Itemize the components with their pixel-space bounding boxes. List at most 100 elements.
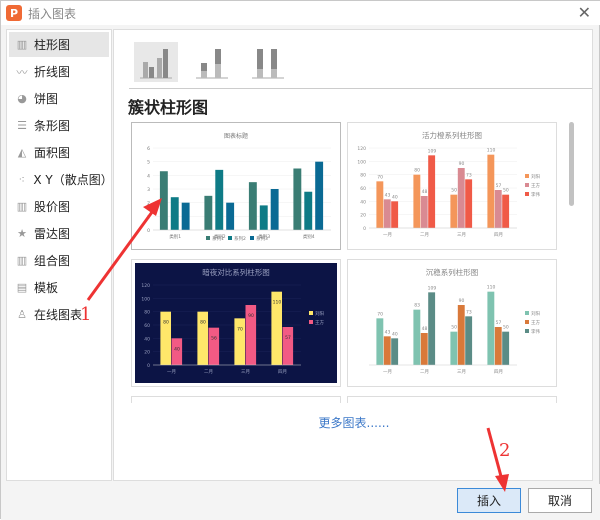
- x-tick-label: 三月: [457, 369, 466, 375]
- x-tick-label: 四月: [278, 369, 287, 375]
- x-tick-label: 二月: [204, 369, 213, 375]
- legend-label: 刘阳: [531, 173, 540, 180]
- bar: [226, 202, 235, 230]
- sidebar-item-pie-chart[interactable]: ◕ 饼图: [9, 86, 109, 111]
- y-tick-label: 2: [147, 201, 150, 207]
- bar: [293, 168, 302, 230]
- data-label: 48: [422, 189, 428, 195]
- data-label: 70: [377, 174, 383, 180]
- bar: [502, 331, 510, 365]
- sidebar-item-column-chart[interactable]: ▥ 柱形图: [9, 32, 109, 57]
- legend-label: 王方: [315, 319, 324, 326]
- chart-template-default[interactable]: 图表标题 0 1 2 3 4 5 6 类别1 类别2 类别3 类别4 系列1 系列2 系列3: [131, 122, 341, 250]
- sidebar-item-stock-chart[interactable]: ▥ 股价图: [9, 194, 109, 219]
- sidebar-item-online-chart[interactable]: ♙ 在线图表: [9, 302, 109, 327]
- data-label: 50: [503, 325, 509, 331]
- y-tick-label: 40: [144, 336, 150, 342]
- close-icon[interactable]: ✕: [578, 3, 591, 22]
- radar-chart-icon: ★: [17, 227, 27, 240]
- bar: [259, 205, 268, 230]
- data-label: 110: [487, 285, 496, 291]
- x-tick-label: 二月: [420, 232, 429, 238]
- legend-swatch: [206, 236, 210, 240]
- bar: [457, 168, 465, 228]
- y-tick-label: 0: [363, 226, 366, 232]
- x-tick-label: 一月: [167, 369, 176, 375]
- bar: [376, 318, 384, 365]
- legend-swatch: [525, 311, 529, 315]
- data-label: 90: [459, 298, 465, 304]
- bar: [420, 196, 428, 228]
- divider: [129, 88, 592, 89]
- legend-label: 王方: [531, 182, 540, 189]
- bar: [208, 327, 220, 365]
- more-charts-link[interactable]: 更多图表......: [114, 414, 594, 431]
- chart-template-partial: [131, 396, 341, 403]
- template-icon: ▤: [16, 281, 28, 294]
- chart-template-vibrant-orange[interactable]: 活力橙系列柱形图 0 20 40 60 80 100 120 70 43 40 一月 80 48 109 二月…: [347, 122, 557, 250]
- sidebar-item-scatter-chart[interactable]: ⁖ X Y（散点图）: [9, 167, 112, 192]
- sidebar-item-radar-chart[interactable]: ★ 雷达图: [9, 221, 109, 246]
- y-tick-label: 5: [147, 160, 150, 166]
- y-tick-label: 0: [147, 363, 150, 369]
- bar: [315, 161, 324, 230]
- y-tick-label: 100: [141, 296, 150, 302]
- legend-label: 系列2: [234, 235, 246, 242]
- sidebar-item-combo-chart[interactable]: ▥ 组合图: [9, 248, 109, 273]
- bar: [248, 182, 257, 230]
- legend-label: 李伟: [531, 328, 540, 335]
- percent-stacked-column-thumb[interactable]: [246, 42, 290, 82]
- chart-title: 沉稳系列柱形图: [426, 267, 479, 277]
- bar: [215, 169, 224, 230]
- data-label: 40: [392, 331, 398, 337]
- chart-template-dark-contrast[interactable]: 暗夜对比系列柱形图 0 20 40 60 80 100 120 80 40 一月 80 56 二月 70 90…: [131, 259, 341, 387]
- scatter-chart-icon: ⁖: [18, 173, 25, 186]
- bar: [465, 179, 473, 228]
- bar: [494, 327, 502, 365]
- insert-button[interactable]: 插入: [457, 488, 521, 513]
- gallery-scrollbar[interactable]: [569, 122, 574, 206]
- clustered-column-thumb[interactable]: [134, 42, 178, 82]
- sidebar-item-label: 在线图表: [34, 308, 83, 322]
- chart-title: 暗夜对比系列柱形图: [202, 267, 270, 277]
- bar: [487, 291, 495, 365]
- sidebar-item-label: 折线图: [34, 65, 71, 79]
- sidebar-item-line-chart[interactable]: 〰折线图: [9, 59, 109, 84]
- data-label: 80: [163, 320, 169, 326]
- stacked-column-thumb[interactable]: [190, 42, 234, 82]
- bar: [413, 174, 421, 228]
- bar: [457, 305, 465, 365]
- data-label: 48: [422, 326, 428, 332]
- chart-template-steady[interactable]: 沉稳系列柱形图 70 43 40 一月 83 48 109 二月 50 90 73 三月 110 57 50 四…: [347, 259, 557, 387]
- data-label: 80: [200, 320, 206, 326]
- legend-swatch: [309, 311, 313, 315]
- bar-chart-icon: ☰: [17, 119, 27, 132]
- sidebar-item-label: 雷达图: [34, 227, 71, 241]
- bar: [181, 202, 190, 230]
- legend-swatch: [525, 320, 529, 324]
- legend-swatch: [309, 320, 313, 324]
- bar: [413, 309, 421, 365]
- bar: [282, 327, 294, 365]
- legend-swatch: [525, 174, 529, 178]
- data-label: 73: [466, 172, 472, 178]
- stacked-column-icon: [196, 49, 228, 79]
- chart-title: 图表标题: [224, 132, 248, 140]
- data-label: 90: [459, 161, 465, 167]
- clustered-column-icon: [140, 49, 172, 79]
- x-tick-label: 三月: [241, 369, 250, 375]
- chart-subtype-heading: 簇状柱形图: [128, 98, 209, 117]
- sidebar-item-area-chart[interactable]: ◭ 面积图: [9, 140, 109, 165]
- sidebar-item-template[interactable]: ▤ 模板: [9, 275, 109, 300]
- data-label: 109: [428, 285, 437, 291]
- combo-chart-icon: ▥: [16, 254, 28, 267]
- x-tick-label: 二月: [420, 369, 429, 375]
- y-tick-label: 60: [144, 323, 150, 329]
- bar: [170, 197, 179, 230]
- legend-label: 系列1: [212, 235, 224, 242]
- sidebar-item-bar-chart[interactable]: ☰ 条形图: [9, 113, 109, 138]
- line-chart-icon: 〰: [16, 65, 28, 79]
- bar: [234, 318, 245, 365]
- legend-swatch: [228, 236, 232, 240]
- cancel-button[interactable]: 取消: [528, 488, 592, 513]
